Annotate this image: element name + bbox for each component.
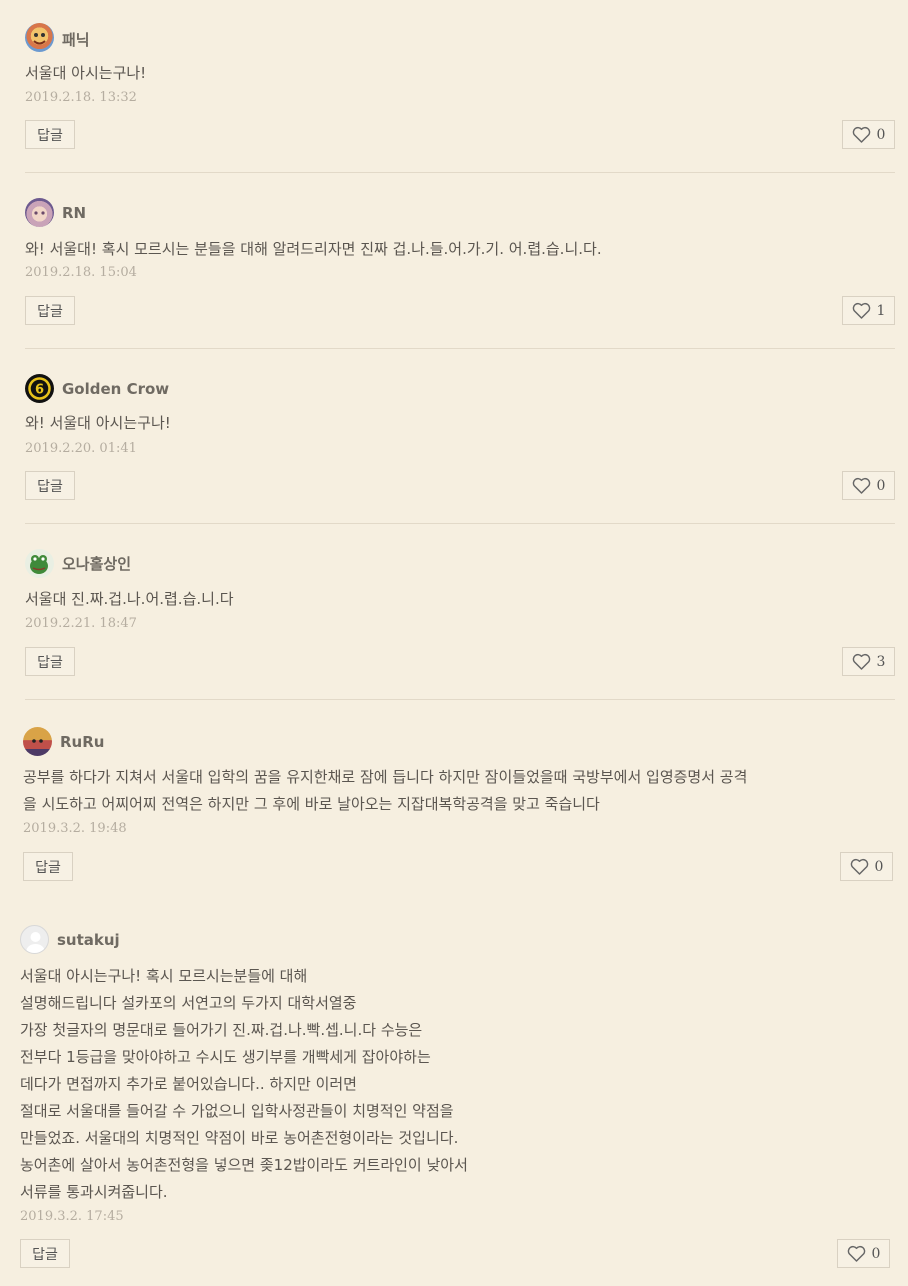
reply-button[interactable]: 답글 [25,471,75,500]
comment-author[interactable]: RuRu [60,733,104,751]
like-button[interactable]: 3 [842,647,895,676]
like-button[interactable]: 1 [842,296,895,325]
reply-button[interactable]: 답글 [25,647,75,676]
comment-timestamp: 2019.2.18. 15:04 [25,265,137,280]
reply-button[interactable]: 답글 [23,852,73,881]
comment-author[interactable]: 패닉 [62,29,90,50]
heart-icon [847,1245,865,1262]
comment-divider [25,699,895,700]
comment-author[interactable]: RN [62,204,86,222]
comment-text: 서울대 아시는구나! 혹시 모르시는분들에 대해 설명해드립니다 설카포의 서연… [20,967,468,1201]
comment-timestamp: 2019.2.18. 13:32 [25,90,137,105]
comment-timestamp: 2019.3.2. 19:48 [23,821,127,836]
like-count: 1 [876,302,886,319]
reply-button[interactable]: 답글 [25,296,75,325]
heart-icon [850,858,868,875]
heart-icon [852,477,870,494]
comment-text: 서울대 진.짜.겁.나.어.렵.습.니.다 [25,590,234,608]
comment-author[interactable]: sutakuj [57,931,120,949]
like-count: 0 [871,1245,881,1262]
like-button[interactable]: 0 [837,1239,890,1268]
anime-character-avatar[interactable] [25,198,54,227]
comment-text: 공부를 하다가 지쳐서 서울대 입학의 꿈을 유지한채로 잠에 듭니다 하지만 … [23,768,748,813]
frog-avatar[interactable] [25,549,54,578]
default-user-avatar[interactable] [20,925,49,954]
like-count: 0 [874,858,884,875]
cartoon-character-avatar[interactable] [25,23,54,52]
comment-text: 와! 서울대 아시는구나! [25,414,171,432]
heart-icon [852,302,870,319]
svg-text:6: 6 [35,383,44,398]
comment-timestamp: 2019.2.20. 01:41 [25,441,137,456]
comment-divider [25,523,895,524]
heart-icon [852,126,870,143]
comment-timestamp: 2019.3.2. 17:45 [20,1209,124,1224]
comment-text: 서울대 아시는구나! [25,64,147,82]
comment-divider [25,172,895,173]
heart-icon [852,653,870,670]
comment-author[interactable]: 오나홀상인 [62,553,131,574]
comment-timestamp: 2019.2.21. 18:47 [25,616,137,631]
rainbow-six-logo-avatar[interactable]: 6 [25,374,54,403]
comment-author[interactable]: Golden Crow [62,380,169,398]
like-count: 0 [876,126,886,143]
comment-divider [25,348,895,349]
like-button[interactable]: 0 [840,852,893,881]
like-count: 3 [876,653,886,670]
game-character-avatar[interactable] [23,727,52,756]
like-count: 0 [876,477,886,494]
reply-button[interactable]: 답글 [25,120,75,149]
like-button[interactable]: 0 [842,120,895,149]
like-button[interactable]: 0 [842,471,895,500]
comment-text: 와! 서울대! 혹시 모르시는 분들을 대해 알려드리자면 진짜 겁.나.들.어… [25,240,602,258]
reply-button[interactable]: 답글 [20,1239,70,1268]
